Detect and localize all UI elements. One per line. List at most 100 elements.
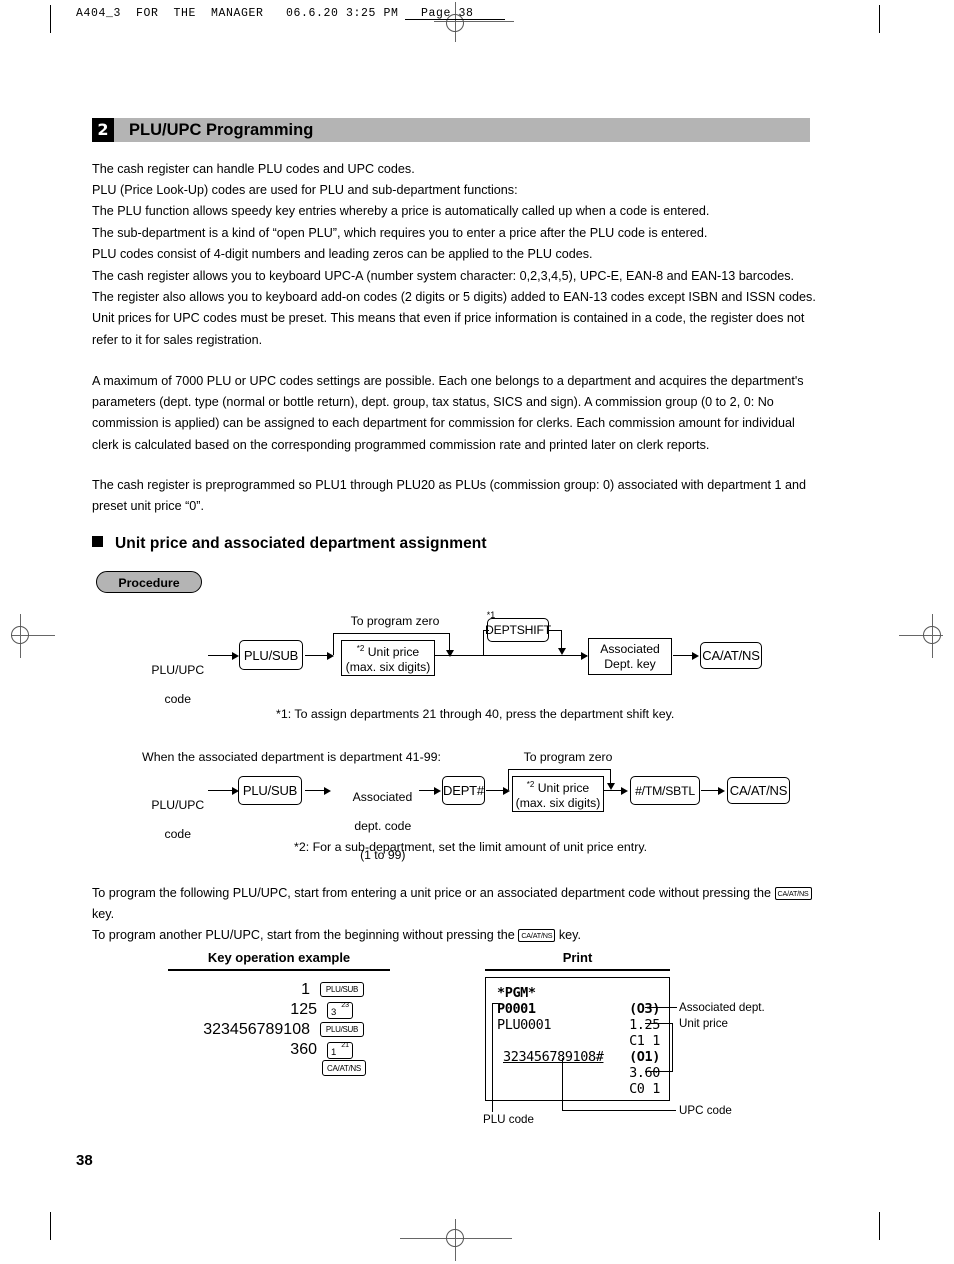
footnote-2: *2: For a sub-department, set the limit …	[294, 840, 648, 854]
diagram2-assoc-code-label: Associated dept. code (1 to 99)	[334, 775, 418, 877]
instructions-block: To program the following PLU/UPC, start …	[92, 883, 816, 947]
diagram2-arrow-2	[324, 787, 331, 795]
example-row-4-key[interactable]: 1 21	[327, 1042, 353, 1059]
diagram2-bypass-arrow	[607, 783, 615, 790]
bullet-square-icon	[92, 536, 103, 547]
callout-upc-code: UPC code	[679, 1104, 732, 1117]
trim-mark-bottom-left	[50, 1212, 51, 1240]
diagram2-arrow-5	[621, 787, 628, 795]
receipt-line-commission-1: C1 1	[629, 1033, 660, 1049]
callout-unit-price: Unit price	[679, 1017, 728, 1030]
example-row-4-key-sup: 21	[341, 1042, 349, 1049]
diagram1-key-deptshift[interactable]: DEPTSHIFT	[485, 618, 551, 642]
diagram2-start-line2: code	[164, 826, 191, 841]
example-row-4-key-number: 1	[331, 1047, 337, 1058]
receipt-line-plu-code: P0001	[497, 1001, 536, 1017]
diagram1-arrow-1	[232, 652, 239, 660]
diagram1-unit-price-line2: (max. six digits)	[345, 660, 431, 674]
diagram1-start-line1: PLU/UPC	[151, 662, 205, 677]
example-row-2-key-sup: 23	[341, 1002, 349, 1009]
diagram2-key-dept[interactable]: DEPT#	[442, 776, 485, 805]
callout-unit-price-line-top	[645, 1023, 673, 1024]
diagram2-key-caatns[interactable]: CA/AT/NS	[727, 777, 790, 804]
example-row-1-key[interactable]: PLU/SUB	[320, 982, 364, 997]
diagram1-bypass-left-v	[333, 633, 335, 655]
example-title: Key operation example	[207, 950, 351, 965]
receipt-line-commission-2: C0 1	[629, 1081, 660, 1097]
example-row-5-key[interactable]: CA/AT/NS	[322, 1060, 366, 1076]
trim-mark-bottom-right	[879, 1212, 880, 1240]
callout-plu-code-v	[492, 1003, 493, 1112]
callout-upc-code-v	[562, 1058, 563, 1110]
diagram1-deptshift-left-v	[483, 630, 485, 655]
unit-price-preset-text: Unit prices for UPC codes must be preset…	[92, 311, 805, 347]
receipt-line-assoc-dept-value: (O3)	[629, 1001, 660, 1017]
diagram1-deptshift-left-h	[483, 630, 489, 632]
registration-mark-bottom	[400, 1217, 512, 1261]
diagram2-start-label: PLU/UPC code	[136, 783, 206, 856]
diagram1-bypass-label: To program zero	[350, 614, 440, 628]
registration-mark-right	[899, 614, 954, 658]
example-title-rule	[168, 969, 390, 971]
diagram1-unit-price-sup: *2	[356, 644, 365, 653]
section-number: 2	[92, 118, 114, 142]
instructions-line-2: To program another PLU/UPC, start from t…	[92, 925, 816, 946]
receipt-line-unit-price-2: 3.60	[629, 1065, 660, 1081]
diagram1-arrow-4	[692, 652, 699, 660]
diagram2-key-tmsbtl[interactable]: #/TM/SBTL	[630, 776, 700, 805]
diagram2-bypass-left-v	[508, 769, 510, 790]
diagram1-unit-price-line1: Unit price	[367, 645, 420, 659]
intro-line-3: The PLU function allows speedy key entri…	[92, 204, 710, 219]
paragraph-preprogrammed: The cash register is preprogrammed so PL…	[92, 475, 816, 517]
callout-plu-code-h	[492, 1003, 498, 1004]
instructions-line-1-b: key.	[92, 907, 115, 922]
diagram2-intro: When the associated department is depart…	[142, 750, 441, 764]
receipt-line-plu-name: PLU0001	[497, 1017, 552, 1033]
diagram2-arrow-6	[718, 787, 725, 795]
diagram2-unit-price-line2: (max. six digits)	[515, 796, 601, 810]
callout-unit-price-line-bottom	[645, 1071, 673, 1072]
footnote-1: *1: To assign departments 21 through 40,…	[276, 707, 675, 721]
diagram1-assoc-line2: Dept. key	[604, 656, 656, 671]
subsection-heading: Unit price and associated department ass…	[92, 535, 487, 553]
paragraph-capacity: A maximum of 7000 PLU or UPC codes setti…	[92, 371, 816, 456]
section-title: PLU/UPC Programming	[129, 121, 314, 139]
example-row-3-key[interactable]: PLU/SUB	[320, 1022, 364, 1037]
callout-unit-price-bracket	[672, 1023, 673, 1072]
diagram2-assoc-line1: Associated	[352, 789, 413, 804]
diagram2-unit-price-line1: Unit price	[537, 781, 590, 795]
callout-assoc-dept: Associated dept.	[679, 1001, 765, 1014]
registration-mark-left	[0, 614, 55, 658]
intro-line-5: PLU codes consist of 4-digit numbers and…	[92, 246, 593, 261]
diagram2-unit-price-box[interactable]: *2 Unit price (max. six digits)	[512, 776, 604, 812]
inline-key-caatns-1[interactable]: CA/AT/NS	[774, 887, 812, 900]
diagram1-bypass-top-h	[333, 633, 450, 635]
diagram2-assoc-line2: dept. code	[354, 818, 412, 833]
trim-mark-top-left	[50, 5, 51, 33]
receipt-line-pgm: *PGM*	[497, 985, 536, 1001]
diagram2-unit-price-sup: *2	[526, 780, 535, 789]
diagram2-bypass-label: To program zero	[523, 750, 613, 764]
example-row-2-key-number: 3	[331, 1007, 337, 1018]
instructions-line-1-a: To program the following PLU/UPC, start …	[92, 886, 775, 900]
diagram1-line-1	[208, 655, 234, 657]
example-row-2-key[interactable]: 3 23	[327, 1002, 353, 1019]
diagram2-key-plusub[interactable]: PLU/SUB	[238, 776, 302, 805]
instructions-line-2-a: To program another PLU/UPC, start from t…	[92, 928, 519, 943]
diagram1-line-3	[435, 655, 587, 657]
diagram1-key-caatns[interactable]: CA/AT/NS	[700, 642, 762, 669]
inline-key-caatns-2[interactable]: CA/AT/NS	[518, 929, 556, 943]
example-row-4-value: 360	[290, 1041, 317, 1058]
diagram1-assoc-line1: Associated	[600, 641, 660, 656]
paragraph-barcodes: The cash register allows you to keyboard…	[92, 266, 816, 351]
diagram1-start-line2: code	[164, 691, 191, 706]
intro-line-2: PLU (Price Look-Up) codes are used for P…	[92, 183, 518, 198]
callout-plu-code: PLU code	[483, 1113, 534, 1126]
intro-line-1: The cash register can handle PLU codes a…	[92, 162, 415, 176]
diagram1-unit-price-box[interactable]: *2 Unit price (max. six digits)	[341, 640, 435, 676]
diagram2-bypass-top-h	[508, 769, 611, 771]
diagram1-assoc-dept-box[interactable]: Associated Dept. key	[588, 638, 672, 675]
example-row-2-value: 125	[290, 1001, 317, 1018]
intro-line-4: The sub-department is a kind of “open PL…	[92, 225, 708, 240]
diagram1-key-plusub[interactable]: PLU/SUB	[239, 640, 303, 670]
